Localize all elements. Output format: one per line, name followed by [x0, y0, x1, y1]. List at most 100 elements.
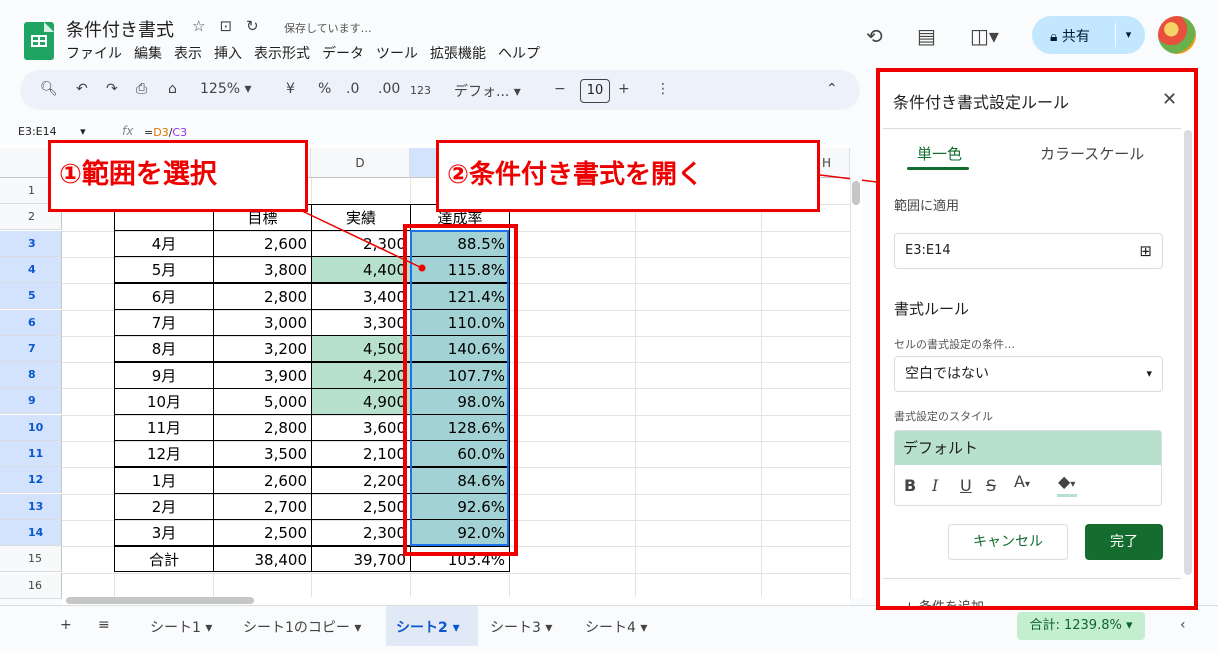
tab-sheet3[interactable]: シート3 ▾: [490, 617, 552, 637]
target-cell[interactable]: 3,800: [213, 256, 312, 284]
row-header[interactable]: 7: [0, 335, 62, 362]
collapse-toolbar-icon[interactable]: ⌃: [826, 81, 838, 97]
target-cell[interactable]: 2,800: [213, 282, 312, 310]
collapse-side-panel-icon[interactable]: ‹: [1180, 617, 1186, 633]
actual-cell[interactable]: 4,200: [311, 361, 411, 389]
actual-cell[interactable]: 2,300: [311, 230, 411, 257]
month-cell[interactable]: 12月: [114, 440, 214, 468]
font-size-increase[interactable]: +: [618, 81, 630, 97]
actual-cell[interactable]: 4,400: [311, 256, 411, 284]
row-header[interactable]: 14: [0, 519, 62, 546]
horizontal-scroll-thumb[interactable]: [66, 597, 254, 604]
actual-cell[interactable]: 3,400: [311, 282, 411, 310]
increase-decimal-button[interactable]: .00: [378, 81, 400, 97]
target-cell[interactable]: 3,000: [213, 308, 312, 336]
row-header[interactable]: 10: [0, 414, 62, 441]
menu-insert[interactable]: 挿入: [214, 43, 242, 63]
row-header[interactable]: 16: [0, 572, 62, 599]
font-size-input[interactable]: 10: [580, 79, 610, 103]
month-cell[interactable]: 5月: [114, 256, 214, 284]
paint-format-icon[interactable]: ⌂: [168, 81, 177, 97]
percent-button[interactable]: %: [318, 81, 331, 97]
row-header[interactable]: 3: [0, 230, 62, 257]
row-header[interactable]: 5: [0, 283, 62, 310]
sheets-logo-icon[interactable]: [24, 22, 54, 60]
month-cell[interactable]: 8月: [114, 335, 214, 363]
menu-edit[interactable]: 編集: [134, 43, 162, 63]
sum-indicator[interactable]: 合計: 1239.8% ▾: [1017, 612, 1145, 640]
menu-tools[interactable]: ツール: [376, 43, 418, 63]
tab-sheet1-copy[interactable]: シート1のコピー ▾: [243, 617, 361, 637]
month-cell[interactable]: 7月: [114, 308, 214, 336]
vertical-scroll-thumb[interactable]: [852, 181, 860, 205]
total-label[interactable]: 合計: [114, 546, 214, 572]
more-icon[interactable]: ⋮: [656, 81, 670, 97]
zoom-select[interactable]: 125% ▾: [200, 81, 252, 97]
row-header[interactable]: 11: [0, 441, 62, 467]
col-header-d[interactable]: D: [311, 148, 410, 178]
redo-icon[interactable]: ↷: [106, 81, 118, 97]
vertical-scrollbar[interactable]: [850, 178, 862, 598]
meet-icon[interactable]: ◫▾: [970, 24, 999, 48]
month-cell[interactable]: 2月: [114, 493, 214, 520]
row-header[interactable]: 12: [0, 467, 62, 494]
actual-cell[interactable]: 3,300: [311, 308, 411, 336]
target-cell[interactable]: 3,200: [213, 335, 312, 363]
actual-cell[interactable]: 4,900: [311, 387, 411, 415]
header-actual[interactable]: 実績: [311, 204, 411, 231]
currency-button[interactable]: ¥: [286, 81, 295, 97]
actual-cell[interactable]: 2,200: [311, 466, 411, 494]
add-sheet-icon[interactable]: +: [60, 617, 72, 633]
row-header[interactable]: 4: [0, 256, 62, 283]
menu-extensions[interactable]: 拡張機能: [430, 43, 486, 63]
month-cell[interactable]: 6月: [114, 282, 214, 310]
decrease-decimal-button[interactable]: .0: [346, 81, 359, 97]
total-target[interactable]: 38,400: [213, 546, 312, 572]
document-title[interactable]: 条件付き書式: [66, 16, 174, 42]
comment-icon[interactable]: ▤: [917, 24, 936, 48]
tab-sheet1[interactable]: シート1 ▾: [150, 617, 212, 637]
font-size-decrease[interactable]: −: [554, 81, 566, 97]
menu-view[interactable]: 表示: [174, 43, 202, 63]
month-cell[interactable]: 11月: [114, 414, 214, 442]
move-folder-icon[interactable]: ⊡: [219, 17, 232, 35]
history-icon[interactable]: ⟲: [866, 24, 883, 48]
row-header[interactable]: 15: [0, 546, 62, 573]
month-cell[interactable]: 1月: [114, 466, 214, 494]
undo-icon[interactable]: ↶: [76, 81, 88, 97]
month-cell[interactable]: 4月: [114, 230, 214, 257]
menu-format[interactable]: 表示形式: [254, 43, 310, 63]
search-icon[interactable]: 🔍︎: [40, 81, 58, 97]
target-cell[interactable]: 2,600: [213, 230, 312, 257]
avatar[interactable]: [1158, 16, 1196, 54]
actual-cell[interactable]: 2,300: [311, 519, 411, 547]
share-label[interactable]: 🔒︎ 共有: [1050, 26, 1090, 46]
formula-input[interactable]: =D3/C3: [144, 126, 187, 139]
row-header[interactable]: 9: [0, 388, 62, 415]
name-box[interactable]: E3:E14 ▾: [18, 125, 86, 138]
star-icon[interactable]: ☆: [192, 17, 205, 35]
menu-data[interactable]: データ: [322, 43, 364, 63]
target-cell[interactable]: 3,900: [213, 361, 312, 389]
number-format-button[interactable]: 123: [410, 84, 431, 97]
all-sheets-icon[interactable]: ≡: [98, 617, 110, 633]
share-dropdown-icon[interactable]: ▾: [1115, 23, 1141, 47]
target-cell[interactable]: 5,000: [213, 387, 312, 415]
print-icon[interactable]: ⎙: [136, 81, 147, 97]
month-cell[interactable]: 10月: [114, 387, 214, 415]
target-cell[interactable]: 3,500: [213, 440, 312, 468]
target-cell[interactable]: 2,600: [213, 466, 312, 494]
font-select[interactable]: デフォ... ▾: [454, 81, 521, 101]
actual-cell[interactable]: 2,500: [311, 493, 411, 520]
row-header[interactable]: 6: [0, 309, 62, 336]
target-cell[interactable]: 2,500: [213, 519, 312, 547]
total-actual[interactable]: 39,700: [311, 546, 411, 572]
actual-cell[interactable]: 3,600: [311, 414, 411, 442]
menu-help[interactable]: ヘルプ: [498, 43, 540, 63]
row-header[interactable]: 13: [0, 493, 62, 520]
target-cell[interactable]: 2,700: [213, 493, 312, 520]
tab-sheet4[interactable]: シート4 ▾: [585, 617, 647, 637]
month-cell[interactable]: 3月: [114, 519, 214, 547]
tab-sheet2[interactable]: シート2 ▾: [396, 617, 460, 637]
actual-cell[interactable]: 4,500: [311, 335, 411, 363]
